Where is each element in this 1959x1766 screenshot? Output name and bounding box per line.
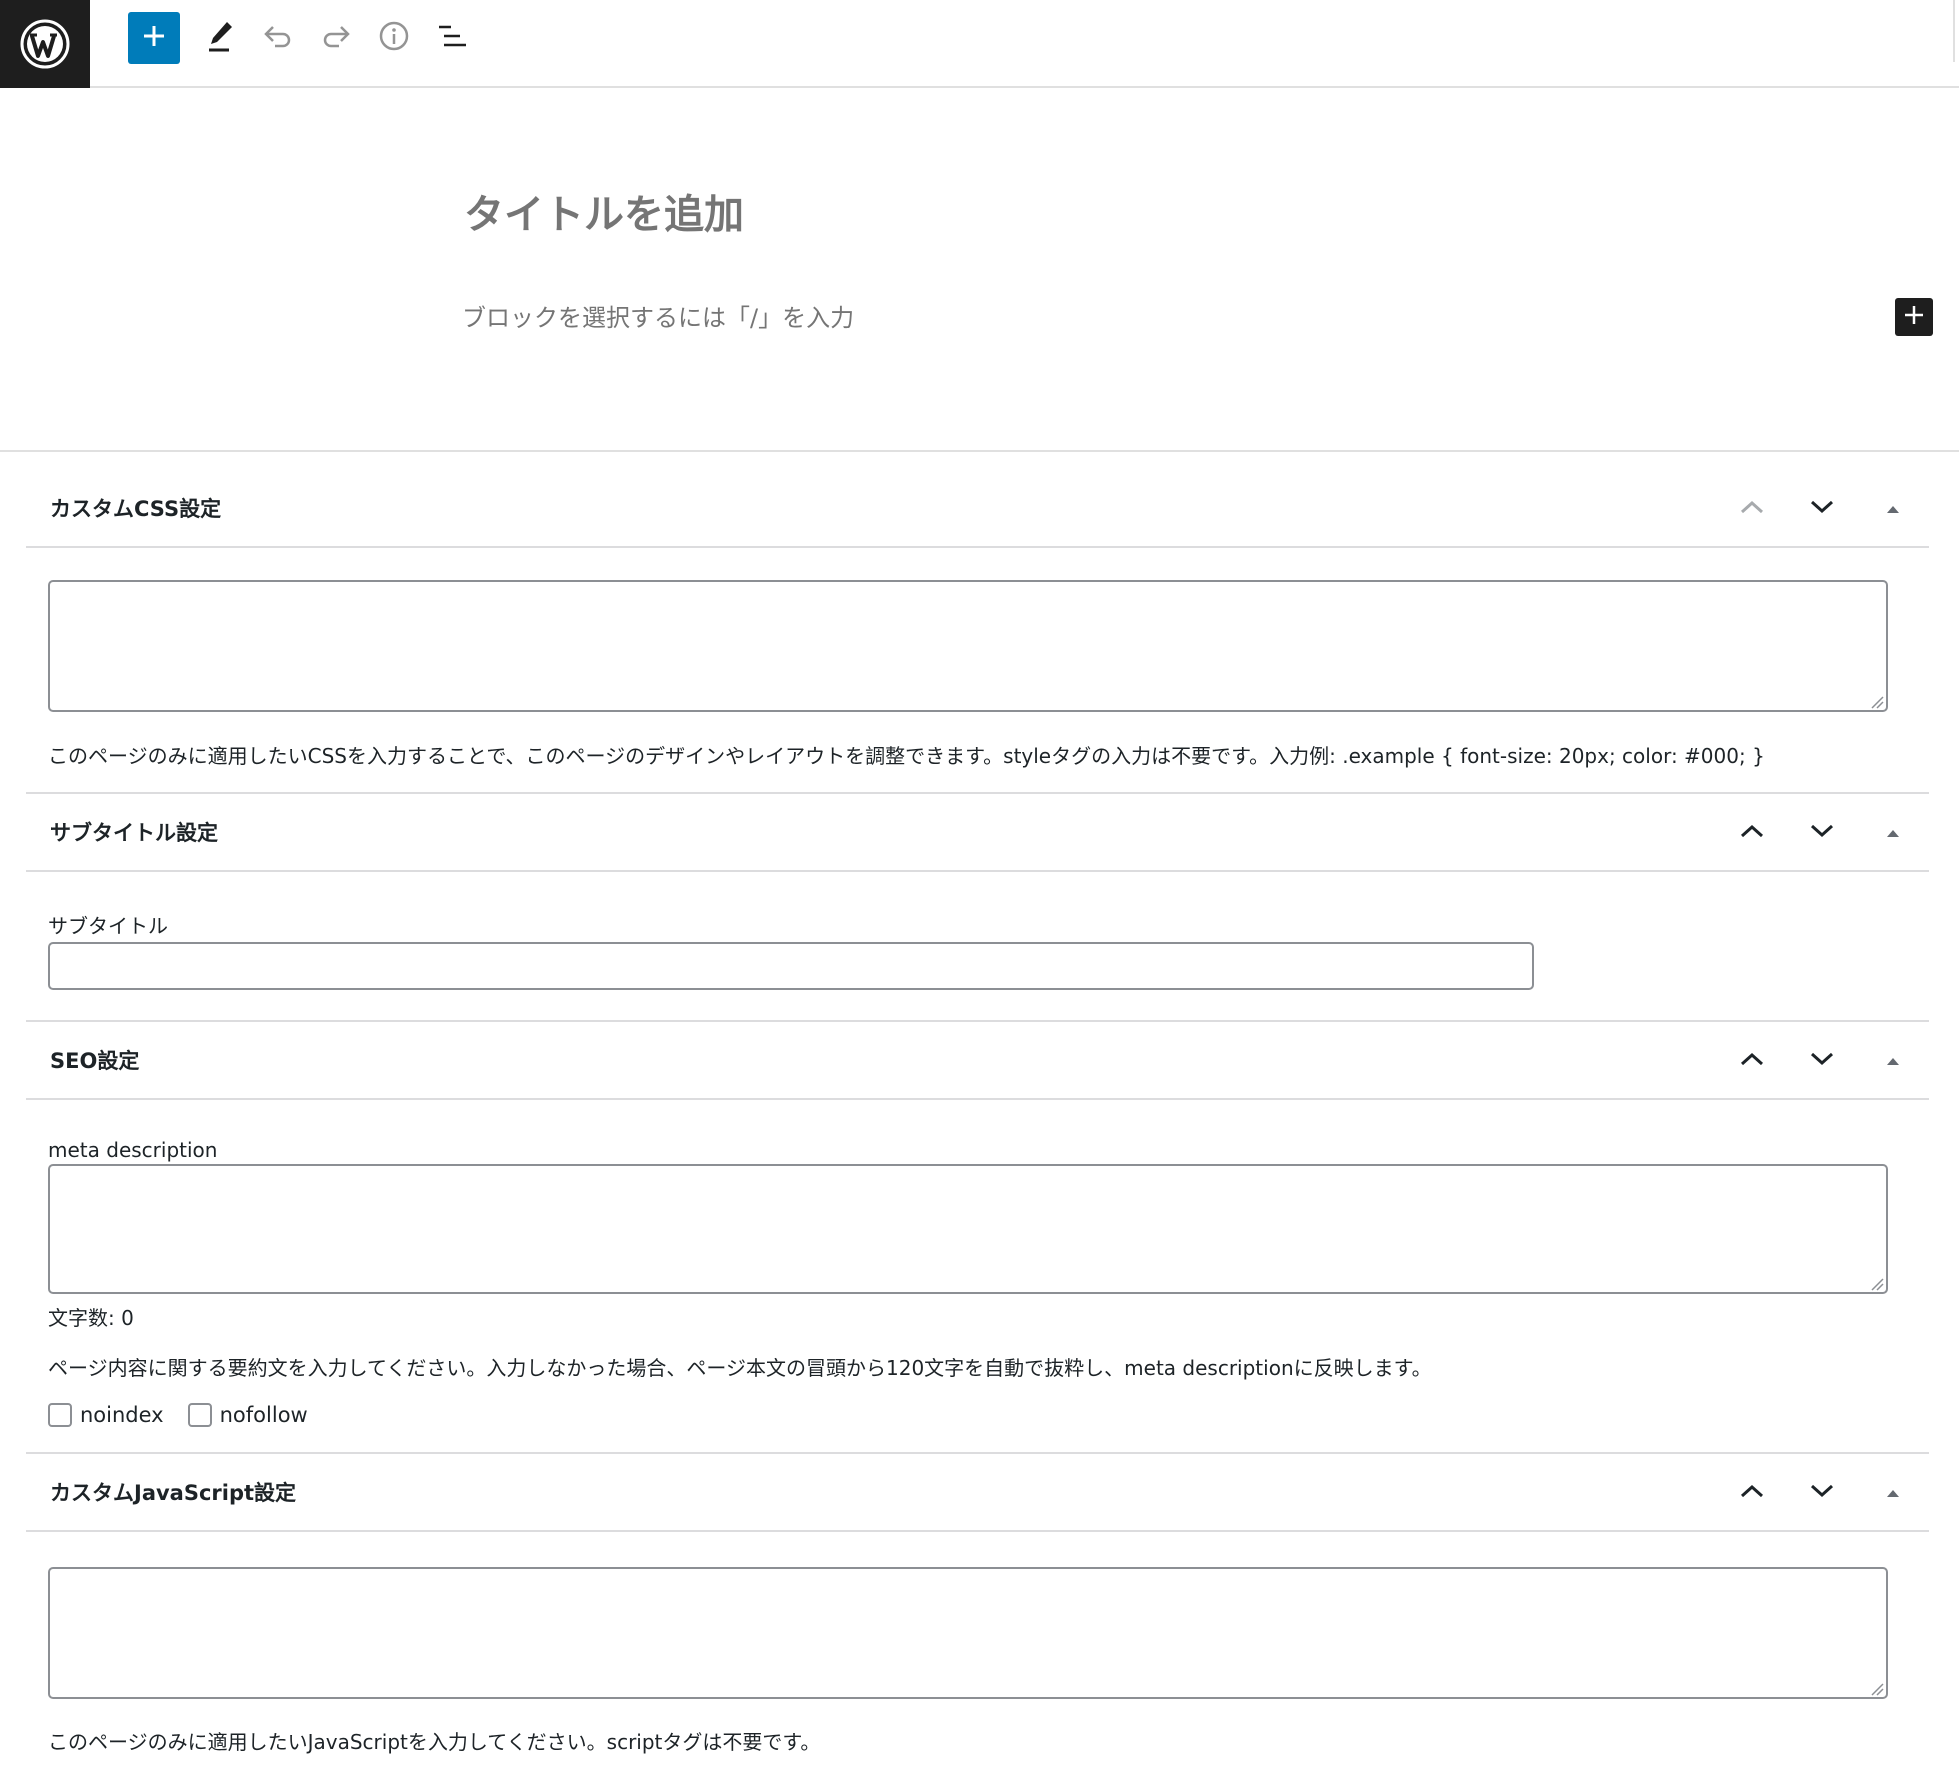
js-help-text: このページのみに適用したいJavaScriptを入力してください。scriptタ… <box>48 1730 821 1754</box>
resize-grip-icon[interactable] <box>1870 1681 1884 1696</box>
toggle-panel-button[interactable] <box>1871 1039 1915 1083</box>
nofollow-option[interactable]: nofollow <box>187 1403 308 1427</box>
chevron-up-icon <box>1739 823 1765 843</box>
scrollbar[interactable] <box>1953 0 1959 62</box>
block-inserter-button[interactable] <box>128 12 180 64</box>
undo-icon <box>263 24 293 52</box>
redo-button[interactable] <box>310 12 362 64</box>
meta-boxes-divider <box>0 450 1959 452</box>
chevron-down-icon <box>1809 1051 1835 1071</box>
resize-grip-icon[interactable] <box>1870 1276 1884 1291</box>
chevron-down-icon <box>1809 823 1835 843</box>
metabox-title: カスタムJavaScript設定 <box>50 1481 297 1505</box>
move-down-button[interactable] <box>1800 1471 1844 1515</box>
meta-description-label: meta description <box>48 1138 218 1162</box>
custom-css-textarea[interactable] <box>48 580 1888 712</box>
toggle-panel-button[interactable] <box>1871 487 1915 531</box>
info-icon <box>378 20 410 56</box>
triangle-up-icon <box>1885 500 1901 519</box>
move-down-button[interactable] <box>1800 487 1844 531</box>
toggle-panel-button[interactable] <box>1871 1471 1915 1515</box>
list-view-button[interactable] <box>426 12 478 64</box>
noindex-option[interactable]: noindex <box>48 1403 164 1427</box>
triangle-up-icon <box>1885 1052 1901 1071</box>
resize-grip-icon[interactable] <box>1870 694 1884 709</box>
metabox-title: サブタイトル設定 <box>50 821 218 845</box>
tools-button[interactable] <box>194 12 246 64</box>
robots-options: noindex nofollow <box>48 1403 332 1427</box>
chevron-up-icon <box>1739 1483 1765 1503</box>
inline-block-inserter-button[interactable] <box>1895 298 1933 336</box>
chevron-down-icon <box>1809 1483 1835 1503</box>
move-down-button[interactable] <box>1800 1039 1844 1083</box>
subtitle-label: サブタイトル <box>48 914 168 938</box>
nofollow-label: nofollow <box>219 1403 308 1427</box>
chevron-down-icon <box>1809 499 1835 519</box>
plus-icon <box>1902 303 1926 331</box>
triangle-up-icon <box>1885 1484 1901 1503</box>
custom-js-textarea[interactable] <box>48 1567 1888 1699</box>
pencil-icon <box>205 19 235 57</box>
list-view-icon <box>436 23 468 53</box>
move-up-button[interactable] <box>1730 487 1774 531</box>
move-up-button[interactable] <box>1730 811 1774 855</box>
move-up-button[interactable] <box>1730 1039 1774 1083</box>
plus-icon <box>141 23 167 53</box>
undo-button[interactable] <box>252 12 304 64</box>
meta-description-textarea[interactable] <box>48 1164 1888 1294</box>
css-help-text: このページのみに適用したいCSSを入力することで、このページのデザインやレイアウ… <box>48 744 1765 768</box>
redo-icon <box>321 24 351 52</box>
metabox-header-js[interactable]: カスタムJavaScript設定 <box>26 1454 1929 1532</box>
metabox-header-css[interactable]: カスタムCSS設定 <box>26 470 1929 548</box>
triangle-up-icon <box>1885 824 1901 843</box>
move-up-button[interactable] <box>1730 1471 1774 1515</box>
toggle-panel-button[interactable] <box>1871 811 1915 855</box>
block-appender-placeholder[interactable]: ブロックを選択するには「/」を入力 <box>462 298 854 333</box>
post-title-placeholder[interactable]: タイトルを追加 <box>464 182 744 240</box>
noindex-label: noindex <box>80 1403 164 1427</box>
subtitle-input[interactable] <box>48 942 1534 990</box>
chevron-up-icon <box>1739 499 1765 519</box>
move-down-button[interactable] <box>1800 811 1844 855</box>
metabox-title: カスタムCSS設定 <box>50 497 222 521</box>
metabox-title: SEO設定 <box>50 1049 140 1073</box>
noindex-checkbox[interactable] <box>48 1403 72 1427</box>
metabox-header-seo[interactable]: SEO設定 <box>26 1022 1929 1100</box>
chevron-up-icon <box>1739 1051 1765 1071</box>
details-button[interactable] <box>368 12 420 64</box>
seo-help-text: ページ内容に関する要約文を入力してください。入力しなかった場合、ページ本文の冒頭… <box>48 1356 1432 1380</box>
editor-toolbar <box>0 0 1959 88</box>
metabox-header-subtitle[interactable]: サブタイトル設定 <box>26 794 1929 872</box>
wordpress-logo-icon[interactable] <box>0 0 90 88</box>
char-count: 文字数: 0 <box>48 1306 134 1330</box>
nofollow-checkbox[interactable] <box>187 1403 212 1427</box>
